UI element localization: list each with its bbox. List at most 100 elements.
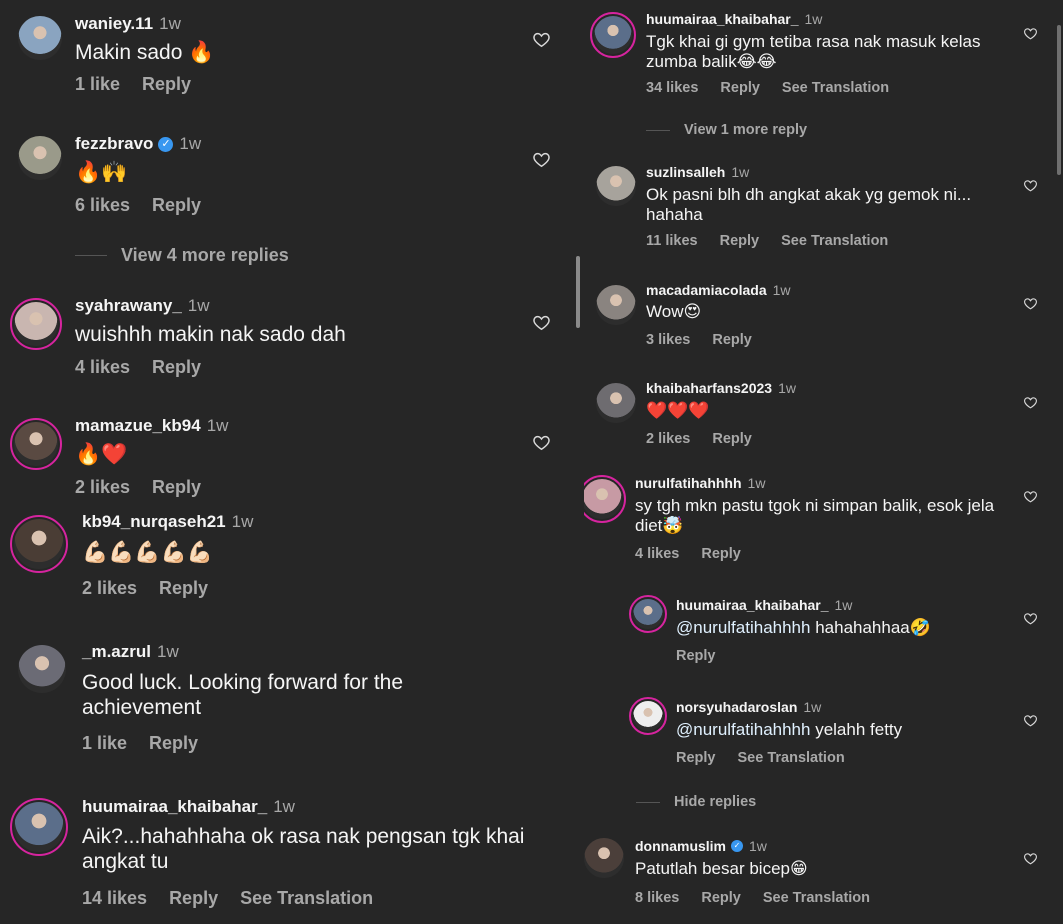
avatar[interactable] xyxy=(18,645,66,693)
likes-count[interactable]: 1 like xyxy=(75,74,120,94)
username[interactable]: syahrawany_ xyxy=(75,296,182,316)
reply-button[interactable]: Reply xyxy=(152,195,201,215)
avatar[interactable] xyxy=(596,166,636,206)
avatar-photo xyxy=(18,16,62,60)
like-heart-icon[interactable] xyxy=(532,150,551,169)
reply-button[interactable]: Reply xyxy=(712,332,752,348)
reply-button[interactable]: Reply xyxy=(676,750,716,766)
username[interactable]: suzlinsalleh xyxy=(646,164,725,180)
avatar[interactable] xyxy=(584,838,624,878)
comment-actions: 1 like Reply xyxy=(75,74,213,95)
view-more-replies-label[interactable]: View 4 more replies xyxy=(121,245,289,266)
see-translation-button[interactable]: See Translation xyxy=(781,233,888,249)
like-heart-icon[interactable] xyxy=(532,433,551,452)
reply-button[interactable]: Reply xyxy=(159,578,208,598)
reply-button[interactable]: Reply xyxy=(149,733,198,753)
likes-count[interactable]: 4 likes xyxy=(75,357,130,377)
likes-count[interactable]: 11 likes xyxy=(646,233,698,249)
avatar[interactable] xyxy=(10,418,62,470)
likes-count[interactable]: 8 likes xyxy=(635,890,679,906)
comment-header: huumairaa_khaibahar_ 1w xyxy=(646,11,822,27)
avatar-photo xyxy=(18,645,66,693)
divider-line xyxy=(646,129,670,131)
like-heart-icon[interactable] xyxy=(1023,713,1038,728)
comment-text: @nurulfatihahhhh hahahahhaa🤣 xyxy=(676,618,996,638)
username[interactable]: macadamiacolada xyxy=(646,282,767,298)
like-heart-icon[interactable] xyxy=(1023,26,1038,41)
comment-actions: 8 likes Reply See Translation xyxy=(635,890,892,906)
reply-button[interactable]: Reply xyxy=(712,431,752,447)
avatar[interactable] xyxy=(10,798,68,856)
comment-text-content: hahahahhaa🤣 xyxy=(815,618,931,637)
username[interactable]: waniey.11 xyxy=(75,14,153,34)
avatar[interactable] xyxy=(629,697,667,735)
view-more-replies-label[interactable]: View 1 more reply xyxy=(684,122,807,138)
comment-actions: 2 likes Reply xyxy=(646,431,774,447)
scrollbar-thumb-right[interactable] xyxy=(1057,25,1061,175)
username[interactable]: huumairaa_khaibahar_ xyxy=(646,11,799,27)
scrollbar-thumb[interactable] xyxy=(576,256,580,328)
mention-link[interactable]: @nurulfatihahhhh xyxy=(676,720,810,739)
like-heart-icon[interactable] xyxy=(1023,395,1038,410)
like-heart-icon[interactable] xyxy=(1023,611,1038,626)
like-heart-icon[interactable] xyxy=(1023,178,1038,193)
see-translation-button[interactable]: See Translation xyxy=(782,80,889,96)
see-translation-button[interactable]: See Translation xyxy=(240,888,373,908)
username[interactable]: kb94_nurqaseh21 xyxy=(82,512,226,532)
avatar[interactable] xyxy=(596,285,636,325)
avatar[interactable] xyxy=(18,136,62,180)
avatar-photo xyxy=(14,802,64,852)
avatar[interactable] xyxy=(590,12,636,58)
reply-button[interactable]: Reply xyxy=(152,357,201,377)
like-heart-icon[interactable] xyxy=(1023,851,1038,866)
view-more-replies[interactable]: View 4 more replies xyxy=(75,245,289,266)
timestamp: 1w xyxy=(731,164,750,180)
comment-text: Patutlah besar bicep😁 xyxy=(635,859,808,878)
avatar[interactable] xyxy=(596,383,636,423)
avatar[interactable] xyxy=(584,475,626,523)
reply-button[interactable]: Reply xyxy=(169,888,218,908)
comment-actions: 2 likes Reply xyxy=(75,477,223,498)
reply-button[interactable]: Reply xyxy=(701,546,741,562)
mention-link[interactable]: @nurulfatihahhhh xyxy=(676,618,810,637)
reply-button[interactable]: Reply xyxy=(142,74,191,94)
avatar[interactable] xyxy=(18,16,62,60)
likes-count[interactable]: 14 likes xyxy=(82,888,147,908)
like-heart-icon[interactable] xyxy=(1023,296,1038,311)
see-translation-button[interactable]: See Translation xyxy=(763,890,870,906)
like-heart-icon[interactable] xyxy=(532,30,551,49)
likes-count[interactable]: 2 likes xyxy=(646,431,690,447)
username[interactable]: nurulfatihahhhh xyxy=(635,475,742,491)
likes-count[interactable]: 6 likes xyxy=(75,195,130,215)
see-translation-button[interactable]: See Translation xyxy=(738,750,845,766)
right-comments-panel[interactable]: huumairaa_khaibahar_ 1w Tgk khai gi gym te… xyxy=(584,0,1063,924)
username[interactable]: donnamuslim xyxy=(635,838,726,854)
hide-replies-label[interactable]: Hide replies xyxy=(674,794,756,810)
likes-count[interactable]: 3 likes xyxy=(646,332,690,348)
likes-count[interactable]: 1 like xyxy=(82,733,127,753)
like-heart-icon[interactable] xyxy=(1023,489,1038,504)
avatar[interactable] xyxy=(629,595,667,633)
username[interactable]: khaibaharfans2023 xyxy=(646,380,772,396)
avatar[interactable] xyxy=(10,298,62,350)
likes-count[interactable]: 4 likes xyxy=(635,546,679,562)
reply-button[interactable]: Reply xyxy=(720,80,760,96)
likes-count[interactable]: 2 likes xyxy=(75,477,130,497)
reply-button[interactable]: Reply xyxy=(152,477,201,497)
view-more-replies[interactable]: View 1 more reply xyxy=(646,122,807,138)
left-comments-panel[interactable]: waniey.11 1w Makin sado 🔥 1 like Reply fezzbr… xyxy=(0,0,570,924)
like-heart-icon[interactable] xyxy=(532,313,551,332)
reply-button[interactable]: Reply xyxy=(701,890,741,906)
likes-count[interactable]: 34 likes xyxy=(646,80,698,96)
username[interactable]: huumairaa_khaibahar_ xyxy=(82,797,267,817)
username[interactable]: huumairaa_khaibahar_ xyxy=(676,597,829,613)
hide-replies[interactable]: Hide replies xyxy=(636,794,756,810)
avatar[interactable] xyxy=(10,515,68,573)
reply-button[interactable]: Reply xyxy=(720,233,760,249)
username[interactable]: fezzbravo xyxy=(75,134,153,154)
reply-button[interactable]: Reply xyxy=(676,648,716,664)
username[interactable]: _m.azrul xyxy=(82,642,151,662)
username[interactable]: norsyuhadaroslan xyxy=(676,699,797,715)
likes-count[interactable]: 2 likes xyxy=(82,578,137,598)
username[interactable]: mamazue_kb94 xyxy=(75,416,201,436)
